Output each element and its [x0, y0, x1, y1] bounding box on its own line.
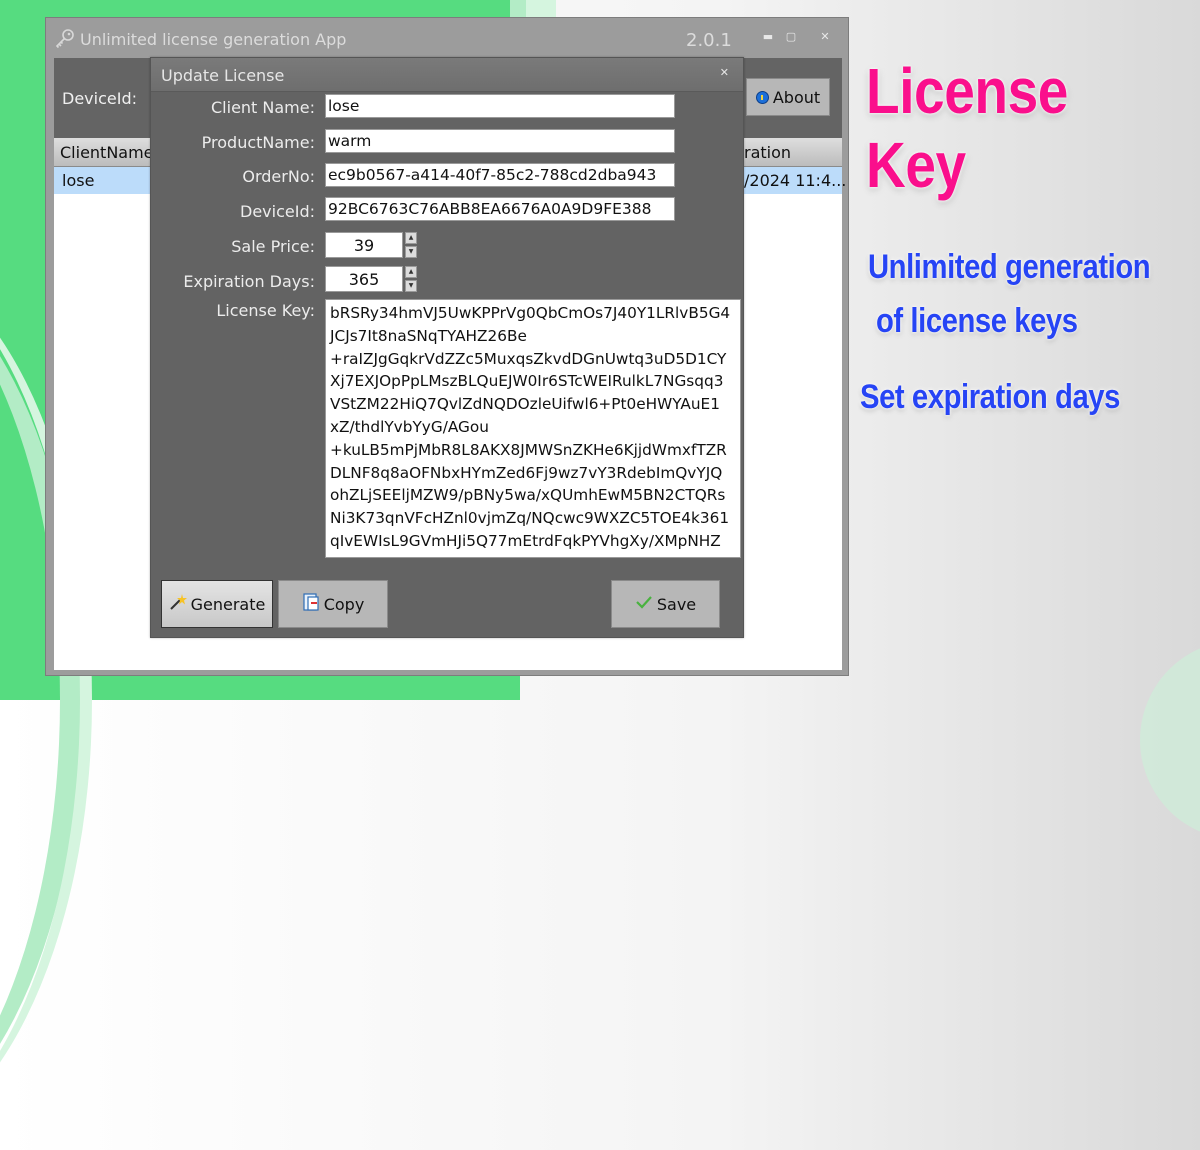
- cell-expiration: /2024 11:4...: [744, 171, 847, 190]
- license-key-textarea[interactable]: bRSRy34hmVJ5UwKPPrVg0QbCmOs7J40Y1LRlvB5G…: [325, 299, 741, 558]
- close-button[interactable]: ✕: [815, 30, 835, 46]
- dialog-title: Update License: [161, 66, 285, 85]
- generate-button[interactable]: Generate: [161, 580, 273, 628]
- background-green-band: [510, 0, 526, 18]
- product-name-label: ProductName:: [201, 133, 315, 152]
- window-title: Unlimited license generation App: [80, 30, 347, 49]
- promo-feature-line: Unlimited generation: [868, 248, 1151, 286]
- generate-button-label: Generate: [190, 594, 266, 614]
- expiration-days-stepper: ▲ ▼: [325, 266, 417, 292]
- about-button[interactable]: About: [746, 78, 830, 116]
- order-no-input[interactable]: [325, 163, 675, 187]
- cell-client-name: lose: [62, 171, 95, 190]
- dialog-close-button[interactable]: ✕: [720, 66, 729, 79]
- device-id-label: DeviceId:: [240, 202, 315, 221]
- expiration-days-label: Expiration Days:: [183, 272, 315, 291]
- sale-price-stepper: ▲ ▼: [325, 232, 417, 258]
- promo-feature-line: Set expiration days: [860, 378, 1120, 416]
- deviceid-label: DeviceId:: [62, 89, 137, 108]
- maximize-button[interactable]: ▢: [781, 30, 801, 46]
- client-name-input[interactable]: [325, 94, 675, 118]
- app-version: 2.0.1: [686, 30, 732, 51]
- save-button-label: Save: [656, 594, 697, 614]
- copy-button[interactable]: Copy: [278, 580, 388, 628]
- copy-button-label: Copy: [323, 594, 365, 614]
- device-id-input[interactable]: [325, 197, 675, 221]
- info-icon: [755, 90, 769, 104]
- increment-button[interactable]: ▲: [405, 232, 417, 244]
- window-titlebar[interactable]: Unlimited license generation App 2.0.1 ▬…: [46, 18, 848, 56]
- promo-title: License Key: [866, 55, 1068, 201]
- save-button[interactable]: Save: [611, 580, 720, 628]
- expiration-days-input[interactable]: [325, 266, 403, 292]
- license-key-label: License Key:: [216, 301, 315, 320]
- about-button-label: About: [772, 87, 821, 107]
- key-icon: [54, 28, 76, 50]
- product-name-input[interactable]: [325, 129, 675, 153]
- dialog-titlebar[interactable]: Update License ✕: [151, 58, 743, 92]
- checkmark-icon: [635, 594, 653, 614]
- client-name-label: Client Name:: [211, 98, 315, 117]
- background-curve: [1140, 640, 1200, 840]
- order-no-label: OrderNo:: [242, 167, 315, 186]
- copy-icon: [302, 592, 320, 616]
- column-header-clientname[interactable]: ClientName: [60, 143, 154, 162]
- background-green-band: [526, 0, 556, 18]
- update-license-dialog: Update License ✕ Client Name: ProductNam…: [150, 57, 744, 638]
- sale-price-spin-buttons: ▲ ▼: [405, 232, 417, 258]
- sale-price-input[interactable]: [325, 232, 403, 258]
- decrement-button[interactable]: ▼: [405, 280, 417, 292]
- promo-feature-line: of license keys: [876, 302, 1078, 340]
- column-header-expiration[interactable]: ration: [744, 143, 791, 162]
- magic-wand-icon: [169, 593, 187, 615]
- sale-price-label: Sale Price:: [231, 237, 315, 256]
- minimize-button[interactable]: ▬: [758, 30, 778, 46]
- decrement-button[interactable]: ▼: [405, 246, 417, 258]
- expiration-days-spin-buttons: ▲ ▼: [405, 266, 417, 292]
- increment-button[interactable]: ▲: [405, 266, 417, 278]
